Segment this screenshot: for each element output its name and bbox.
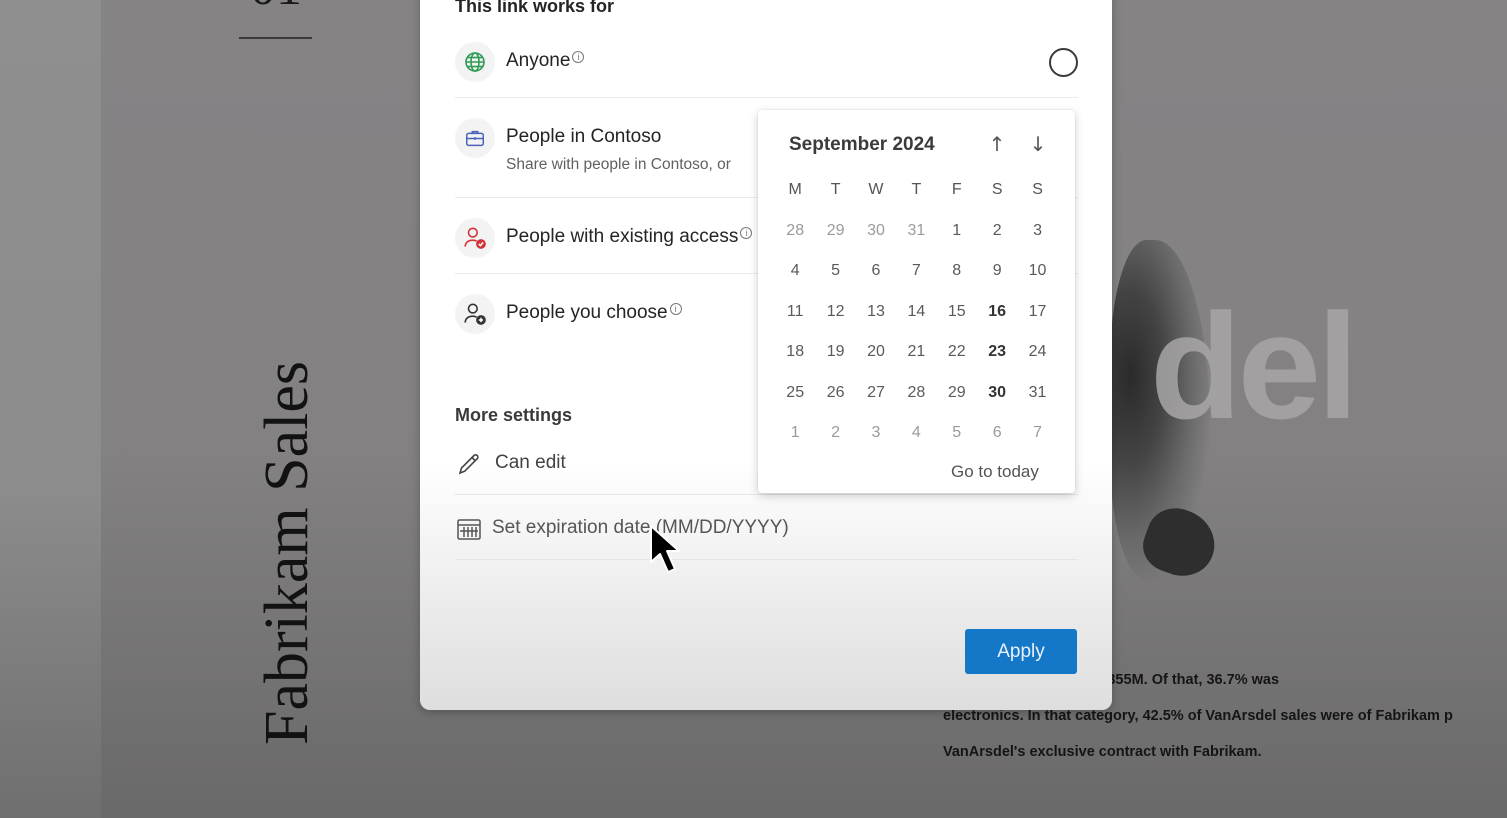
calendar-day[interactable]: 2 xyxy=(977,211,1017,252)
calendar-day[interactable]: 29 xyxy=(937,373,977,414)
permission-label: Can edit xyxy=(495,452,566,473)
option-anyone[interactable]: Anyone i xyxy=(455,22,1078,98)
weekday-header: M xyxy=(788,181,802,199)
weekday-header: T xyxy=(911,181,922,199)
expiration-date-placeholder: Set expiration date (MM/DD/YYYY) xyxy=(492,517,789,538)
option-label: People with existing access i xyxy=(506,226,753,248)
info-icon[interactable]: i xyxy=(740,227,753,239)
mouse-pointer-icon xyxy=(650,525,680,573)
calendar-day[interactable]: 24 xyxy=(1017,332,1057,373)
calendar-day[interactable]: 31 xyxy=(896,211,936,252)
person-check-icon xyxy=(455,218,495,258)
calendar-day[interactable]: 2 xyxy=(815,413,855,454)
apply-button[interactable]: Apply xyxy=(965,629,1077,674)
calendar-day[interactable]: 3 xyxy=(856,413,896,454)
calendar-day[interactable]: 4 xyxy=(896,413,936,454)
calendar-day[interactable]: 19 xyxy=(815,332,855,373)
calendar-icon xyxy=(457,519,481,540)
background-divider xyxy=(239,37,312,39)
background-left-strip xyxy=(0,0,101,818)
calendar-day[interactable]: 6 xyxy=(856,251,896,292)
option-label: Anyone i xyxy=(506,50,585,72)
previous-month-arrow-up-icon[interactable]: ↑ xyxy=(983,130,1011,158)
calendar-day[interactable]: 1 xyxy=(937,211,977,252)
calendar-day[interactable]: 23 xyxy=(977,332,1017,373)
calendar-day[interactable]: 18 xyxy=(775,332,815,373)
background-section-number: 01 xyxy=(236,0,316,10)
calendar-day[interactable]: 26 xyxy=(815,373,855,414)
background-watermark-text: del xyxy=(1150,282,1359,450)
briefcase-icon xyxy=(455,118,495,158)
calendar-day[interactable]: 8 xyxy=(937,251,977,292)
calendar-day[interactable]: 21 xyxy=(896,332,936,373)
calendar-day[interactable]: 13 xyxy=(856,292,896,333)
weekday-header: S xyxy=(991,181,1003,199)
anyone-radio-button[interactable] xyxy=(1049,48,1078,77)
weekday-header: F xyxy=(951,181,962,199)
more-settings-heading: More settings xyxy=(455,405,573,425)
calendar-day[interactable]: 28 xyxy=(775,211,815,252)
calendar-day[interactable]: 15 xyxy=(937,292,977,333)
calendar-day[interactable]: 1 xyxy=(775,413,815,454)
globe-icon xyxy=(455,42,495,82)
calendar-day[interactable]: 7 xyxy=(1017,413,1057,454)
calendar-day[interactable]: 27 xyxy=(856,373,896,414)
calendar-day[interactable]: 6 xyxy=(977,413,1017,454)
calendar-day[interactable]: 22 xyxy=(937,332,977,373)
calendar-day[interactable]: 25 xyxy=(775,373,815,414)
calendar-day[interactable]: 11 xyxy=(775,292,815,333)
option-label: People in Contoso xyxy=(506,126,662,147)
calendar-day[interactable]: 17 xyxy=(1017,292,1057,333)
weekday-header: W xyxy=(868,181,884,199)
background-vertical-title: Fabrikam Sales xyxy=(253,361,321,745)
date-picker-popup: September 2024 ↑ ↓ M T W T F S S 28 29 30 31 1 2 3 4 5 6… xyxy=(758,110,1075,493)
go-to-today-button[interactable]: Go to today xyxy=(951,462,1039,482)
calendar-day[interactable]: 20 xyxy=(856,332,896,373)
calendar-day[interactable]: 14 xyxy=(896,292,936,333)
calendar-day-grid: M T W T F S S 28 29 30 31 1 2 3 4 5 6 7 8 9 10 11 12 13 14 15 16 17… xyxy=(775,170,1058,454)
info-icon[interactable]: i xyxy=(572,51,585,63)
info-icon[interactable]: i xyxy=(669,303,682,315)
option-description: Share with people in Contoso, or xyxy=(506,156,731,173)
calendar-day[interactable]: 30 xyxy=(856,211,896,252)
calendar-day[interactable]: 4 xyxy=(775,251,815,292)
calendar-day[interactable]: 9 xyxy=(977,251,1017,292)
calendar-day[interactable]: 12 xyxy=(815,292,855,333)
calendar-day[interactable]: 16 xyxy=(977,292,1017,333)
next-month-arrow-down-icon[interactable]: ↓ xyxy=(1024,130,1052,158)
calendar-day[interactable]: 10 xyxy=(1017,251,1057,292)
calendar-day[interactable]: 3 xyxy=(1017,211,1057,252)
link-audience-title: This link works for xyxy=(455,0,615,16)
calendar-day[interactable]: 31 xyxy=(1017,373,1057,414)
paragraph-line: VanArsdel's exclusive contract with Fabr… xyxy=(943,744,1262,760)
calendar-day[interactable]: 28 xyxy=(896,373,936,414)
pencil-icon xyxy=(458,454,479,475)
calendar-day[interactable]: 5 xyxy=(815,251,855,292)
calendar-day[interactable]: 5 xyxy=(937,413,977,454)
expiration-date-input[interactable]: Set expiration date (MM/DD/YYYY) xyxy=(455,495,1078,560)
person-add-icon xyxy=(455,294,495,334)
calendar-day[interactable]: 30 xyxy=(977,373,1017,414)
weekday-header: T xyxy=(830,181,841,199)
calendar-month-year[interactable]: September 2024 xyxy=(789,134,935,156)
calendar-day[interactable]: 7 xyxy=(896,251,936,292)
weekday-header: S xyxy=(1032,181,1043,199)
option-label: People you choose i xyxy=(506,302,682,324)
calendar-day[interactable]: 29 xyxy=(815,211,855,252)
